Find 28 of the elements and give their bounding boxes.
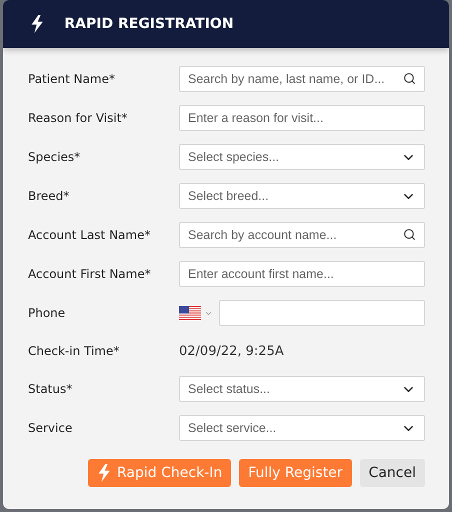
field-label: Patient Name* <box>28 72 116 86</box>
dialog-title: RAPID REGISTRATION <box>64 16 234 32</box>
search-field[interactable]: Search by name, last name, or ID... <box>179 66 425 92</box>
search-icon <box>403 72 416 85</box>
field-label: Account First Name* <box>28 267 152 281</box>
field-label: Check-in Time* <box>28 344 120 358</box>
select-dropdown[interactable]: Select breed... <box>179 183 425 209</box>
field-label: Status* <box>28 382 74 396</box>
field-label: Species* <box>28 150 82 164</box>
lightning-icon <box>96 464 111 482</box>
lightning-icon <box>30 15 44 33</box>
select-dropdown[interactable]: Select service... <box>179 415 425 441</box>
search-icon <box>403 228 416 241</box>
field-label: Account Last Name* <box>28 228 152 242</box>
field-label: Service <box>28 421 74 435</box>
flag-icon <box>179 306 201 320</box>
field-label: Phone <box>28 306 66 320</box>
field-label: Breed* <box>28 189 70 203</box>
check-in-time: 02/09/22, 9:25A <box>179 344 284 358</box>
cancel-button[interactable]: Cancel <box>360 459 425 487</box>
select-dropdown[interactable]: Select status... <box>179 376 425 402</box>
field-label: Reason for Visit* <box>28 111 128 125</box>
country-selector[interactable] <box>179 306 213 320</box>
phone-field[interactable] <box>219 300 425 326</box>
input-field[interactable]: Enter a reason for visit... <box>179 105 425 131</box>
input-field[interactable]: Enter account first name... <box>179 261 425 287</box>
search-field[interactable]: Search by account name... <box>179 222 425 248</box>
select-dropdown[interactable]: Select species... <box>179 144 425 170</box>
